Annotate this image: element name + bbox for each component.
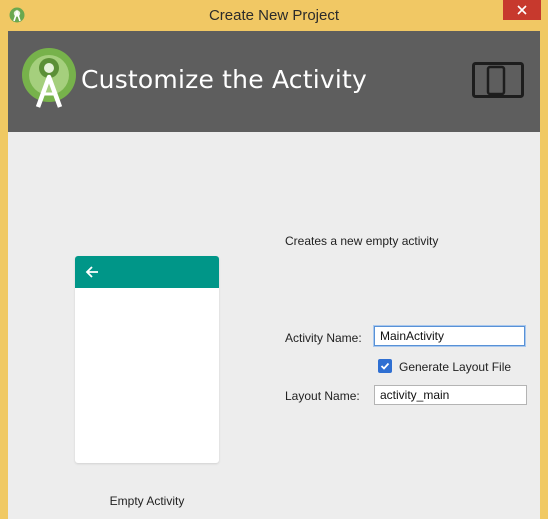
activity-preview-card[interactable] (75, 256, 219, 463)
close-button[interactable] (503, 0, 541, 20)
android-studio-logo (22, 48, 76, 108)
page-title: Customize the Activity (81, 65, 368, 94)
activity-name-label: Activity Name: (285, 331, 362, 345)
dialog-window: Customize the Activity Empty Activity Cr… (8, 31, 540, 519)
activity-name-input[interactable] (374, 326, 525, 346)
devices-icon (472, 62, 524, 98)
preview-app-bar (75, 256, 219, 288)
generate-layout-label: Generate Layout File (399, 360, 512, 374)
header-banner: Customize the Activity (8, 31, 540, 132)
checkmark-icon (380, 362, 390, 370)
generate-layout-checkbox[interactable] (378, 359, 392, 373)
close-icon (517, 5, 527, 15)
title-bar: Create New Project (0, 0, 548, 31)
arrow-back-icon (85, 266, 98, 278)
layout-name-label: Layout Name: (285, 389, 360, 403)
template-name: Empty Activity (109, 494, 185, 508)
layout-name-input[interactable] (374, 385, 527, 405)
activity-description: Creates a new empty activity (285, 234, 439, 248)
window-title: Create New Project (208, 7, 340, 24)
